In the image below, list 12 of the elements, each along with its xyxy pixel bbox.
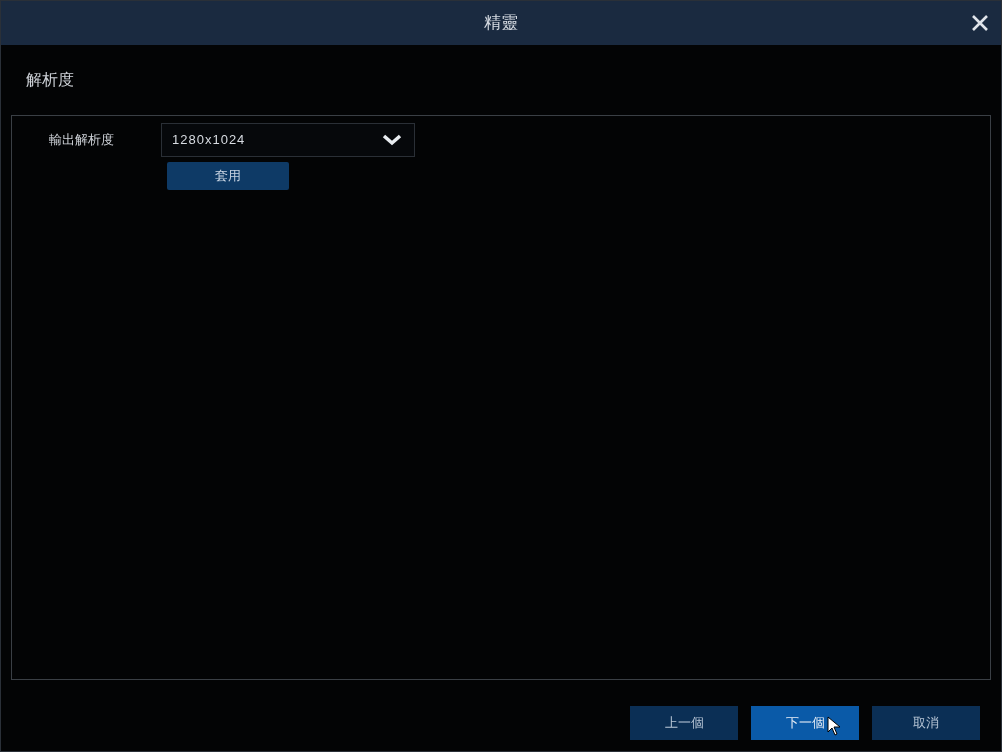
resolution-dropdown[interactable]: 1280x1024: [161, 123, 415, 157]
footer-button[interactable]: 下一個: [751, 706, 859, 740]
chevron-down-icon: [382, 134, 402, 146]
apply-button[interactable]: 套用: [167, 162, 289, 190]
footer-button[interactable]: 上一個: [630, 706, 738, 740]
field-label: 輸出解析度: [48, 131, 115, 150]
close-icon: [971, 14, 989, 32]
window-title: 精靈: [484, 12, 518, 35]
dropdown-value: 1280x1024: [171, 131, 247, 150]
mouse-pointer-icon: [827, 716, 841, 736]
section-title: 解析度: [26, 70, 74, 90]
footer-button[interactable]: 取消: [872, 706, 980, 740]
